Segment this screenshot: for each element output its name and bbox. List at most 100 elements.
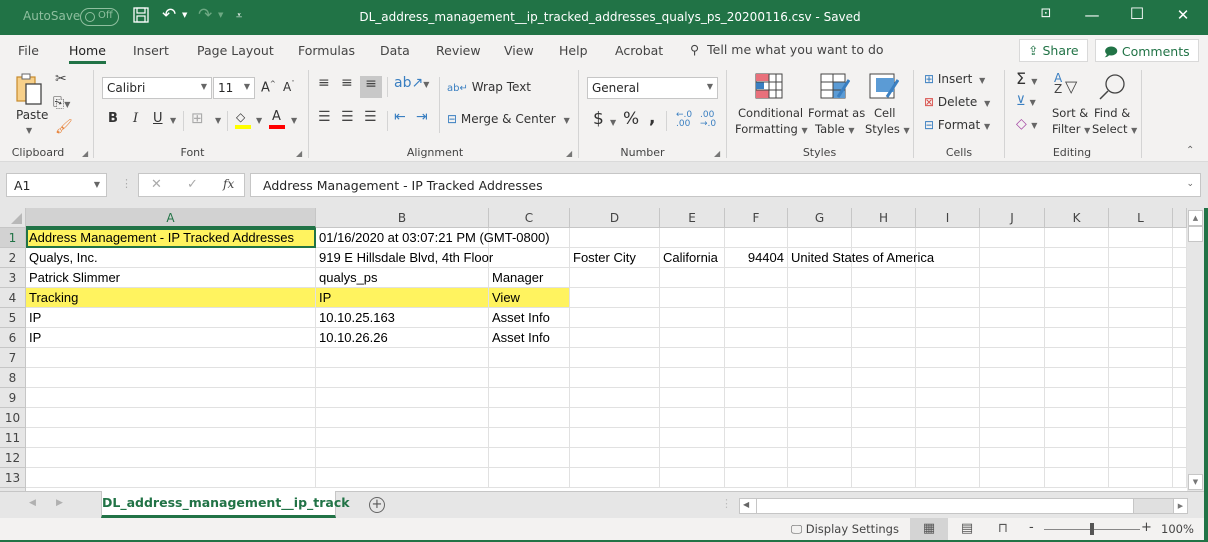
cell-a7[interactable] bbox=[26, 348, 316, 368]
cell-g9[interactable] bbox=[788, 388, 852, 408]
tab-formulas[interactable]: Formulas bbox=[298, 43, 355, 58]
tab-view[interactable]: View bbox=[504, 43, 534, 58]
cell-a12[interactable] bbox=[26, 448, 316, 468]
cell-e5[interactable] bbox=[660, 308, 725, 328]
tab-page-layout[interactable]: Page Layout bbox=[197, 43, 274, 58]
cell-c6[interactable]: Asset Info bbox=[489, 328, 570, 348]
cell-a6[interactable]: IP bbox=[26, 328, 316, 348]
cell-k10[interactable] bbox=[1045, 408, 1109, 428]
cell-m2[interactable] bbox=[1173, 248, 1187, 268]
cell-m6[interactable] bbox=[1173, 328, 1187, 348]
vertical-scroll-thumb[interactable] bbox=[1188, 226, 1203, 242]
decrease-indent-icon[interactable]: ⇤ bbox=[394, 109, 406, 125]
cell-i8[interactable] bbox=[916, 368, 980, 388]
cell-j9[interactable] bbox=[980, 388, 1045, 408]
zoom-level[interactable]: 100% bbox=[1161, 522, 1194, 536]
cell-d8[interactable] bbox=[570, 368, 660, 388]
cell-e13[interactable] bbox=[660, 468, 725, 488]
cell-m10[interactable] bbox=[1173, 408, 1187, 428]
cell-g2[interactable]: United States of America bbox=[788, 248, 934, 268]
display-settings-button[interactable]: 🖵 Display Settings bbox=[791, 522, 899, 537]
cell-k5[interactable] bbox=[1045, 308, 1109, 328]
bottom-align-icon[interactable]: ≡ bbox=[360, 76, 382, 98]
row-header-8[interactable]: 8 bbox=[0, 368, 26, 388]
fill-button[interactable]: ⊻ ▼ bbox=[1016, 94, 1036, 109]
cell-e4[interactable] bbox=[660, 288, 725, 308]
enter-icon[interactable]: ✓ bbox=[187, 177, 198, 192]
cell-d7[interactable] bbox=[570, 348, 660, 368]
cell-j6[interactable] bbox=[980, 328, 1045, 348]
minimize-icon[interactable]: — bbox=[1077, 6, 1107, 24]
insert-function-icon[interactable]: fx bbox=[223, 177, 234, 191]
row-header-7[interactable]: 7 bbox=[0, 348, 26, 368]
scroll-up-button[interactable]: ▲ bbox=[1188, 210, 1203, 226]
borders-icon[interactable]: ⊞ bbox=[191, 109, 204, 127]
cell-b9[interactable] bbox=[316, 388, 489, 408]
cell-j4[interactable] bbox=[980, 288, 1045, 308]
cell-d10[interactable] bbox=[570, 408, 660, 428]
number-dialog-launcher[interactable]: ◢ bbox=[714, 149, 720, 158]
cell-b8[interactable] bbox=[316, 368, 489, 388]
tab-file[interactable]: File bbox=[18, 43, 39, 58]
increase-decimal-icon[interactable]: ←.0.00 bbox=[676, 111, 692, 129]
cell-k7[interactable] bbox=[1045, 348, 1109, 368]
row-header-4[interactable]: 4 bbox=[0, 288, 26, 308]
increase-font-size-icon[interactable]: A^ bbox=[261, 80, 276, 95]
cell-e9[interactable] bbox=[660, 388, 725, 408]
cell-a10[interactable] bbox=[26, 408, 316, 428]
comma-style-button[interactable]: , bbox=[649, 108, 655, 128]
vertical-scrollbar[interactable]: ▲ ▼ bbox=[1187, 208, 1204, 491]
cell-b5[interactable]: 10.10.25.163 bbox=[316, 308, 489, 328]
comments-button[interactable]: 🗩 Comments bbox=[1095, 39, 1199, 62]
page-layout-view-button[interactable]: ▤ bbox=[948, 518, 986, 540]
cell-m13[interactable] bbox=[1173, 468, 1187, 488]
cell-l10[interactable] bbox=[1109, 408, 1173, 428]
cell-f2[interactable]: 94404 bbox=[725, 248, 788, 268]
cell-f12[interactable] bbox=[725, 448, 788, 468]
undo-dropdown-icon[interactable]: ▼ bbox=[182, 11, 187, 19]
font-color-dropdown-icon[interactable]: ▼ bbox=[291, 116, 297, 125]
cell-l11[interactable] bbox=[1109, 428, 1173, 448]
bold-button[interactable]: B bbox=[108, 111, 118, 126]
cell-g7[interactable] bbox=[788, 348, 852, 368]
cut-icon[interactable]: ✂ bbox=[55, 71, 67, 87]
decrease-decimal-icon[interactable]: .00 →.0 bbox=[700, 111, 716, 129]
decrease-font-size-icon[interactable]: Aˇ bbox=[283, 80, 295, 94]
cell-h5[interactable] bbox=[852, 308, 916, 328]
cell-e11[interactable] bbox=[660, 428, 725, 448]
cell-l6[interactable] bbox=[1109, 328, 1173, 348]
font-name-select[interactable]: Calibri ▼ bbox=[102, 77, 212, 99]
cell-m1[interactable] bbox=[1173, 228, 1187, 248]
underline-button[interactable]: U bbox=[153, 111, 163, 126]
scroll-down-button[interactable]: ▼ bbox=[1188, 474, 1203, 490]
zoom-slider-thumb[interactable] bbox=[1090, 523, 1094, 535]
column-header-a[interactable]: A bbox=[26, 208, 316, 228]
align-left-icon[interactable]: ☰ bbox=[318, 109, 331, 125]
cell-b3[interactable]: qualys_ps bbox=[316, 268, 489, 288]
cell-c10[interactable] bbox=[489, 408, 570, 428]
cell-i3[interactable] bbox=[916, 268, 980, 288]
tab-acrobat[interactable]: Acrobat bbox=[615, 43, 663, 58]
format-as-table-button[interactable]: Format as Table ▼ bbox=[807, 73, 865, 141]
cell-d13[interactable] bbox=[570, 468, 660, 488]
cell-m5[interactable] bbox=[1173, 308, 1187, 328]
cell-e2[interactable]: California bbox=[660, 248, 725, 268]
cell-k11[interactable] bbox=[1045, 428, 1109, 448]
cell-a4[interactable]: Tracking bbox=[26, 288, 316, 308]
cell-j8[interactable] bbox=[980, 368, 1045, 388]
row-header-10[interactable]: 10 bbox=[0, 408, 26, 428]
cell-f6[interactable] bbox=[725, 328, 788, 348]
cell-c5[interactable]: Asset Info bbox=[489, 308, 570, 328]
currency-dropdown-icon[interactable]: ▼ bbox=[610, 118, 616, 127]
cell-b11[interactable] bbox=[316, 428, 489, 448]
cell-g8[interactable] bbox=[788, 368, 852, 388]
row-header-1[interactable]: 1 bbox=[0, 228, 26, 248]
maximize-icon[interactable]: ☐ bbox=[1122, 4, 1152, 23]
number-format-select[interactable]: General ▼ bbox=[587, 77, 718, 99]
cell-j7[interactable] bbox=[980, 348, 1045, 368]
cell-b10[interactable] bbox=[316, 408, 489, 428]
scroll-left-button[interactable]: ◀ bbox=[743, 500, 749, 509]
close-icon[interactable]: ✕ bbox=[1168, 6, 1198, 24]
cell-i4[interactable] bbox=[916, 288, 980, 308]
cell-l9[interactable] bbox=[1109, 388, 1173, 408]
